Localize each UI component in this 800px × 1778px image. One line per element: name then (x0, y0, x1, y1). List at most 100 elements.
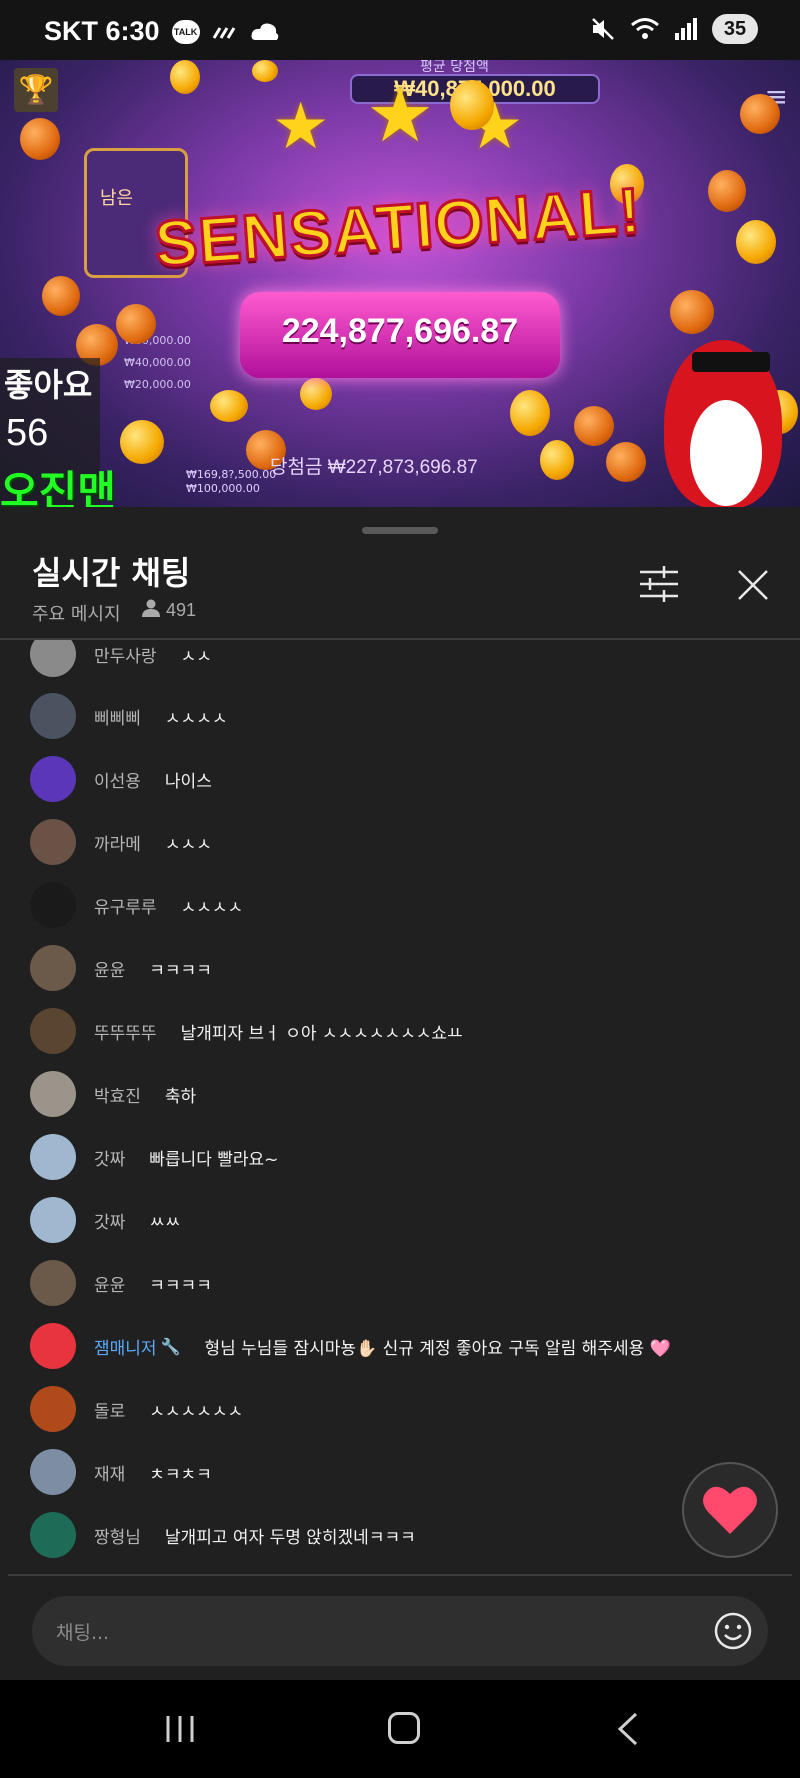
chat-message[interactable]: 짱형님 날개피고 여자 두명 앉히겠네ㅋㅋㅋ (30, 1511, 416, 1559)
close-icon[interactable] (736, 568, 770, 602)
carrier-time: SKT 6:30 (44, 16, 160, 46)
avatar[interactable] (30, 1386, 76, 1432)
person-icon (142, 599, 160, 617)
bottom-value: ₩169,8?,500.00 (186, 468, 277, 481)
orange-coin (606, 442, 646, 482)
wifi-icon (631, 18, 659, 39)
tune-sliders-icon[interactable] (638, 564, 680, 604)
message-text: ㅅㅅ (180, 646, 212, 667)
message-text: 빠릅니다 빨라요~ (149, 1149, 279, 1170)
message-author[interactable]: 갓짜 (94, 1208, 125, 1233)
orange-coin (42, 276, 80, 316)
status-left: SKT 6:30 TALK (44, 16, 280, 47)
like-count: 56 (6, 412, 49, 454)
star-icon: ★ (272, 90, 330, 164)
message-author[interactable]: 뚜뚜뚜뚜 (94, 1019, 157, 1044)
avatar[interactable] (30, 1008, 76, 1054)
avatar[interactable] (30, 1449, 76, 1495)
message-text: ㅅㅅㅅㅅ (164, 708, 228, 729)
avatar[interactable] (30, 1071, 76, 1117)
back-icon[interactable] (616, 1712, 640, 1746)
chat-message[interactable]: 돌로 ㅅㅅㅅㅅㅅㅅ (30, 1385, 243, 1433)
message-text: 날개피고 여자 두명 앉히겠네ㅋㅋㅋ (164, 1527, 416, 1548)
message-author[interactable]: 재재 (94, 1460, 125, 1485)
avatar[interactable] (30, 1197, 76, 1243)
recent-apps-icon[interactable] (164, 1714, 196, 1744)
chat-message[interactable]: 박효진 축하 (30, 1070, 196, 1118)
win-headline: SENSATIONAL! (151, 173, 645, 282)
heart-button[interactable] (682, 1462, 778, 1558)
message-text: ㅅㅅㅅㅅㅅㅅ (149, 1401, 244, 1422)
message-text: ㅅㅅㅅ (164, 834, 212, 855)
message-author[interactable]: 윤윤 (94, 956, 125, 981)
battery-indicator: 35 (712, 14, 758, 44)
message-author[interactable]: 만두사랑 (94, 642, 157, 667)
penguin-belly (690, 400, 762, 506)
avatar[interactable] (30, 1512, 76, 1558)
orange-coin (116, 304, 156, 344)
orange-coin (708, 170, 746, 212)
orange-coin (670, 290, 714, 334)
chat-message[interactable]: 뚜뚜뚜뚜 날개피자 브ㅓ ㅇ아 ㅅㅅㅅㅅㅅㅅㅅ쇼ㅛ (30, 1007, 463, 1055)
chat-message-list[interactable]: 만두사랑 ㅅㅅ 삐삐삐 ㅅㅅㅅㅅ 이선용 나이스 까라메 ㅅㅅㅅ 유구루루 ㅅㅅㅅㅅ 윤윤 ㅋㅋㅋㅋ 뚜… (0, 640, 800, 1570)
app-root: SKT 6:30 TALK 35 🏆 ≡ 평균 당첨액 ₩40,875,000.… (0, 0, 800, 1778)
chat-message[interactable]: 만두사랑 ㅅㅅ (30, 640, 212, 678)
avatar[interactable] (30, 1323, 76, 1369)
wrench-icon: 🔧 (160, 1336, 181, 1356)
avatar[interactable] (30, 1134, 76, 1180)
message-author[interactable]: 돌로 (94, 1397, 125, 1422)
viewer-count: 491 (166, 600, 197, 620)
message-author[interactable]: 잼매니저 (94, 1334, 157, 1359)
message-author[interactable]: 삐삐삐 (94, 704, 141, 729)
message-text: 형님 누님들 잠시마뇽✋🏻 신규 계정 좋아요 구독 알림 해주세용 🩷 (204, 1338, 671, 1359)
sheet-drag-handle[interactable] (362, 527, 438, 534)
message-author[interactable]: 까라메 (94, 830, 141, 855)
chat-message[interactable]: 갓짜 빠릅니다 빨라요~ (30, 1133, 278, 1181)
chat-title: 실시간 채팅 (32, 554, 191, 592)
heart-icon (703, 1486, 757, 1534)
chat-input-placeholder: 채팅... (56, 1622, 110, 1644)
gold-coin (510, 390, 550, 436)
message-text: 나이스 (164, 771, 212, 792)
message-text: ㅆㅆ (149, 1212, 181, 1233)
mute-icon (592, 18, 614, 40)
avatar[interactable] (30, 819, 76, 865)
home-icon[interactable] (388, 1712, 420, 1744)
gold-coin (210, 390, 248, 422)
side-value: ₩20,000.00 (124, 378, 191, 391)
message-author[interactable]: 이선용 (94, 767, 141, 792)
gold-coin (300, 378, 332, 410)
message-text: ㅋㅋㅋㅋ (149, 1275, 212, 1296)
message-author[interactable]: 짱형님 (94, 1523, 141, 1548)
avatar[interactable] (30, 640, 76, 677)
message-author[interactable]: 박효진 (94, 1082, 141, 1107)
signal-lines-icon (212, 26, 235, 39)
chat-message[interactable]: 유구루루 ㅅㅅㅅㅅ (30, 881, 243, 929)
message-text: 축하 (164, 1086, 197, 1107)
chat-message[interactable]: 삐삐삐 ㅅㅅㅅㅅ (30, 692, 227, 740)
avatar[interactable] (30, 693, 76, 739)
avatar[interactable] (30, 1260, 76, 1306)
chat-message[interactable]: 윤윤 ㅋㅋㅋㅋ (30, 1259, 212, 1307)
chat-message[interactable]: 갓짜 ㅆㅆ (30, 1196, 181, 1244)
top-messages-dropdown[interactable]: 주요 메시지 (32, 600, 121, 626)
avatar[interactable] (30, 882, 76, 928)
message-author[interactable]: 유구루루 (94, 893, 157, 918)
message-author[interactable]: 갓짜 (94, 1145, 125, 1170)
chat-message[interactable]: 재재 ㅊㅋㅊㅋ (30, 1448, 212, 1496)
gold-coin (120, 420, 164, 464)
chat-message[interactable]: 잼매니저 🔧 형님 누님들 잠시마뇽✋🏻 신규 계정 좋아요 구독 알림 해주세용 … (30, 1322, 671, 1370)
message-text: ㅊㅋㅊㅋ (149, 1464, 212, 1485)
chat-message[interactable]: 까라메 ㅅㅅㅅ (30, 818, 212, 866)
chat-message[interactable]: 이선용 나이스 (30, 755, 212, 803)
avatar[interactable] (30, 756, 76, 802)
message-author[interactable]: 윤윤 (94, 1271, 125, 1296)
live-video-player[interactable]: 🏆 ≡ 평균 당첨액 ₩40,875,000.00 남은 ₩60,000.00 … (0, 60, 800, 507)
chat-message[interactable]: 윤윤 ㅋㅋㅋㅋ (30, 944, 212, 992)
chat-input[interactable] (32, 1596, 768, 1666)
gold-coin (736, 220, 776, 264)
smiley-icon[interactable] (714, 1612, 752, 1650)
cell-signal-icon (675, 18, 697, 40)
avatar[interactable] (30, 945, 76, 991)
orange-coin (740, 94, 780, 134)
